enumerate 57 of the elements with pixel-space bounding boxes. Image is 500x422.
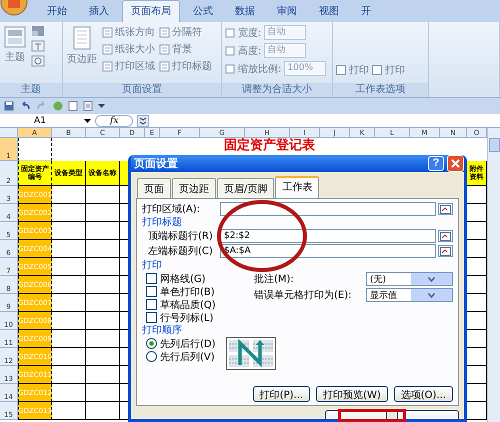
group-label: 调整为合适大小 [222, 83, 332, 97]
ribbon-command[interactable]: 打印区域 [102, 59, 155, 73]
ribbon-tab[interactable]: 页面布局 [122, 0, 180, 22]
checkbox-label: 网格线(G) [160, 272, 206, 286]
ribbon-command[interactable]: 打印标题 [159, 59, 212, 73]
dialog-tab[interactable]: 工作表 [275, 176, 320, 198]
radio-label: 先列后行(D) [160, 338, 216, 350]
ribbon-command[interactable]: 纸张方向 [102, 25, 155, 39]
dialog-button[interactable]: 选项(O)... [394, 386, 453, 402]
field-label: 顶端标题行(R) [147, 230, 214, 243]
group-label: 主题 [0, 83, 62, 97]
dropdown[interactable]: (无) [366, 272, 453, 286]
section-heading: 打印标题 [142, 216, 183, 229]
checkbox-label: 打印 [385, 64, 405, 77]
name-box[interactable]: A1 [0, 116, 80, 126]
field-label: 错误单元格打印为(E): [254, 288, 352, 302]
help-button[interactable]: ? [428, 156, 444, 171]
field-label: 高度: [238, 44, 262, 58]
ribbon-tab[interactable]: 公式 [184, 0, 222, 22]
field-label: 批注(M): [254, 272, 295, 286]
themes-button[interactable]: 主题 [3, 25, 27, 65]
margins-button[interactable]: 页边距 [66, 25, 98, 67]
checkbox-label: 行号列标(L) [160, 312, 214, 324]
checkbox-label: 打印 [349, 64, 369, 77]
ribbon-tab[interactable]: 开始 [38, 0, 76, 22]
ribbon-command[interactable]: 背景 [159, 42, 212, 56]
dialog-title: 页面设置 [134, 156, 179, 171]
dialog-button[interactable]: 打印(P)... [252, 386, 310, 402]
field-label: 打印区域(A): [142, 202, 202, 216]
ribbon-tab[interactable]: 审阅 [268, 0, 306, 22]
dropdown-value: 显示值 [370, 290, 398, 302]
section-heading: 打印顺序 [142, 324, 183, 337]
field-label: 缩放比例: [238, 62, 282, 76]
input-field[interactable]: $2:$2 [220, 229, 436, 243]
dropdown[interactable]: 显示值 [366, 288, 453, 302]
dialog-tab[interactable]: 页面 [137, 178, 171, 198]
ribbon-command[interactable]: 纸张大小 [102, 42, 155, 56]
dropdown-value: (无) [370, 274, 388, 286]
dialog-button[interactable]: 打印预览(W) [316, 386, 388, 402]
insert-function-button[interactable]: fx [95, 114, 134, 126]
field-label: 宽度: [238, 26, 262, 40]
ribbon-command[interactable]: 分隔符 [159, 25, 212, 39]
dialog-tab[interactable]: 页眉/页脚 [217, 178, 274, 198]
ribbon-tab[interactable]: 视图 [310, 0, 348, 22]
ribbon-tab[interactable]: 插入 [80, 0, 118, 22]
input-field[interactable]: $A:$A [220, 244, 436, 258]
ribbon-tab[interactable]: 数据 [226, 0, 264, 22]
checkbox-label: 单色打印(B) [160, 286, 215, 298]
section-heading: 打印 [142, 259, 163, 272]
sheet-title: 固定资产登记表 [224, 138, 315, 154]
ribbon-tab[interactable]: 开 [352, 0, 380, 22]
group-label: 页面设置 [63, 83, 221, 97]
checkbox-label: 草稿品质(Q) [160, 298, 216, 312]
field-label: 左端标题列(C) [147, 244, 214, 258]
radio-label: 先行后列(V) [160, 350, 215, 364]
group-label: 工作表选项 [333, 83, 428, 97]
dialog-tab[interactable]: 页边距 [172, 178, 216, 198]
